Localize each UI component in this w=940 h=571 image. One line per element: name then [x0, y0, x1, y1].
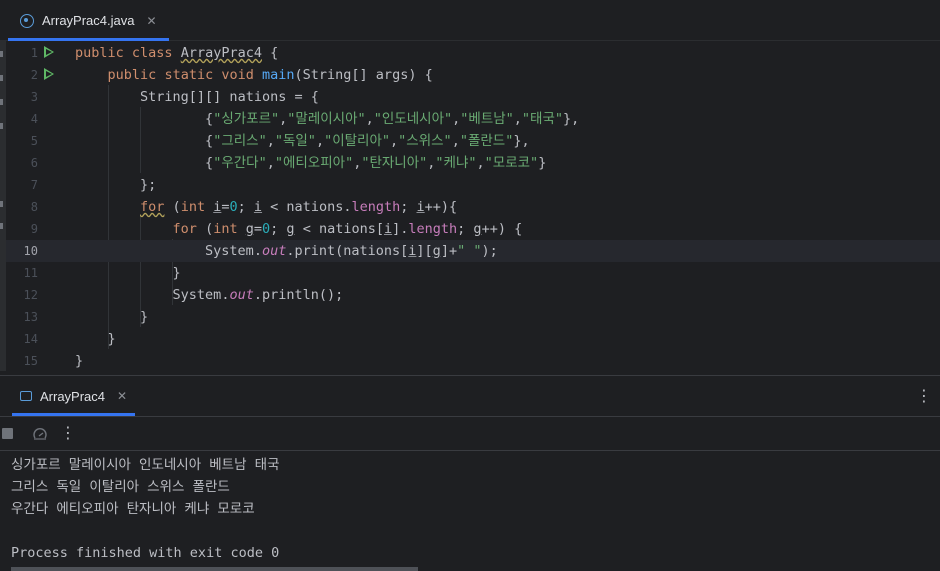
code-line-current: 10 System.out.print(nations[i][g]+" "); [6, 240, 940, 262]
run-tab-label: ArrayPrac4 [40, 388, 106, 404]
code-line: 14 } [6, 328, 940, 350]
code-line: 15 } [6, 350, 940, 372]
code-line: 12 System.out.println(); [6, 284, 940, 306]
horizontal-scrollbar[interactable] [11, 567, 418, 571]
run-tab-arrayprac4[interactable]: ArrayPrac4 ✕ [12, 376, 136, 416]
editor-tab-arrayprac4[interactable]: ArrayPrac4.java ✕ [8, 0, 169, 41]
class-name: ArrayPrac4 [180, 45, 262, 61]
console-line: 우간다 에티오피아 탄자니아 케냐 모로코 [11, 501, 255, 517]
console-exit-message: Process finished with exit code 0 [11, 545, 280, 561]
line-number: 6 [30, 156, 38, 170]
code-line: 3 String[][] nations = { [6, 86, 940, 108]
close-icon[interactable]: ✕ [117, 389, 127, 403]
run-main-gutter-icon[interactable] [44, 68, 54, 80]
code-line: 1 public class ArrayPrac4 { [6, 42, 940, 64]
code-line: 4 {"싱가포르","말레이시아","인도네시아","베트남","태국"}, [6, 108, 940, 130]
run-toolbar: ⋮ [0, 417, 940, 451]
ide-window: ArrayPrac4.java ✕ 1 public class ArrayPr… [0, 0, 940, 571]
line-number: 5 [30, 134, 38, 148]
code-line: 9 for (int g=0; g < nations[i].length; g… [6, 218, 940, 240]
line-number: 13 [23, 310, 38, 324]
code-line: 5 {"그리스","독일","이탈리아","스위스","폴란드"}, [6, 130, 940, 152]
console-line: 그리스 독일 이탈리아 스위스 폴란드 [11, 479, 230, 495]
console-line: 싱가포르 말레이시아 인도네시아 베트남 태국 [11, 457, 280, 473]
line-number: 7 [30, 178, 38, 192]
code-line: 13 } [6, 306, 940, 328]
line-number: 10 [23, 244, 38, 258]
more-vertical-icon[interactable]: ⋮ [916, 386, 932, 405]
run-config-icon [20, 391, 32, 401]
line-number: 12 [23, 288, 38, 302]
line-number: 1 [30, 46, 38, 60]
code-line: 11 } [6, 262, 940, 284]
code-line: 2 public static void main(String[] args)… [6, 64, 940, 86]
java-class-icon [20, 13, 34, 28]
code-editor[interactable]: 1 public class ArrayPrac4 { 2 public sta… [6, 41, 940, 375]
editor-tab-bar: ArrayPrac4.java ✕ [0, 0, 940, 41]
line-number: 9 [30, 222, 38, 236]
line-number: 8 [30, 200, 38, 214]
method-name: main [262, 67, 295, 83]
rerun-icon[interactable] [32, 427, 48, 441]
code-line: 8 for (int i=0; i < nations.length; i++)… [6, 196, 940, 218]
editor-tab-label: ArrayPrac4.java [42, 13, 135, 28]
more-vertical-icon[interactable]: ⋮ [60, 423, 76, 442]
line-number: 14 [23, 332, 38, 346]
line-number: 2 [30, 68, 38, 82]
code-line: 6 {"우간다","에티오피아","탄자니아","케냐","모로코"} [6, 152, 940, 174]
run-class-gutter-icon[interactable] [44, 46, 54, 58]
run-tool-window-header: ArrayPrac4 ✕ ⋮ [0, 375, 940, 417]
console-output[interactable]: 싱가포르 말레이시아 인도네시아 베트남 태국 그리스 독일 이탈리아 스위스 … [0, 451, 940, 571]
line-number: 11 [23, 266, 38, 280]
code-line: 7 }; [6, 174, 940, 196]
line-number: 3 [30, 90, 38, 104]
stop-icon[interactable] [2, 428, 13, 439]
line-number: 15 [23, 354, 38, 368]
active-tab-indicator [12, 413, 136, 416]
line-number: 4 [30, 112, 38, 126]
close-icon[interactable]: ✕ [146, 14, 156, 28]
